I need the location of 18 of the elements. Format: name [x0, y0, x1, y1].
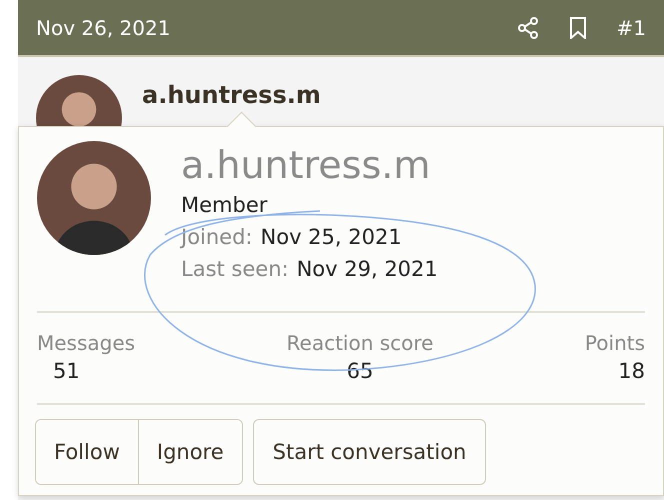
bookmark-icon[interactable]: [568, 16, 587, 38]
stat-value: 51: [52, 359, 81, 383]
member-name: a.huntress.m: [181, 143, 432, 187]
post-date: Nov 26, 2021: [36, 16, 172, 40]
post-number[interactable]: #1: [616, 16, 646, 40]
stat-label: Reaction score: [286, 331, 434, 355]
username[interactable]: a.huntress.m: [142, 81, 321, 109]
ignore-button[interactable]: Ignore: [138, 420, 242, 484]
detail-value: Nov 25, 2021: [260, 225, 402, 249]
share-icon[interactable]: [516, 16, 539, 40]
stat-value: 18: [618, 359, 645, 383]
stat-label: Points: [584, 331, 645, 355]
detail-value: Nov 29, 2021: [296, 257, 438, 281]
conversation-button[interactable]: Start conversation: [252, 419, 486, 485]
member-title: Member: [181, 193, 268, 217]
detail-label: Last seen:: [181, 257, 289, 281]
detail-label: Joined:: [181, 225, 253, 249]
stat-label: Messages: [37, 331, 136, 355]
